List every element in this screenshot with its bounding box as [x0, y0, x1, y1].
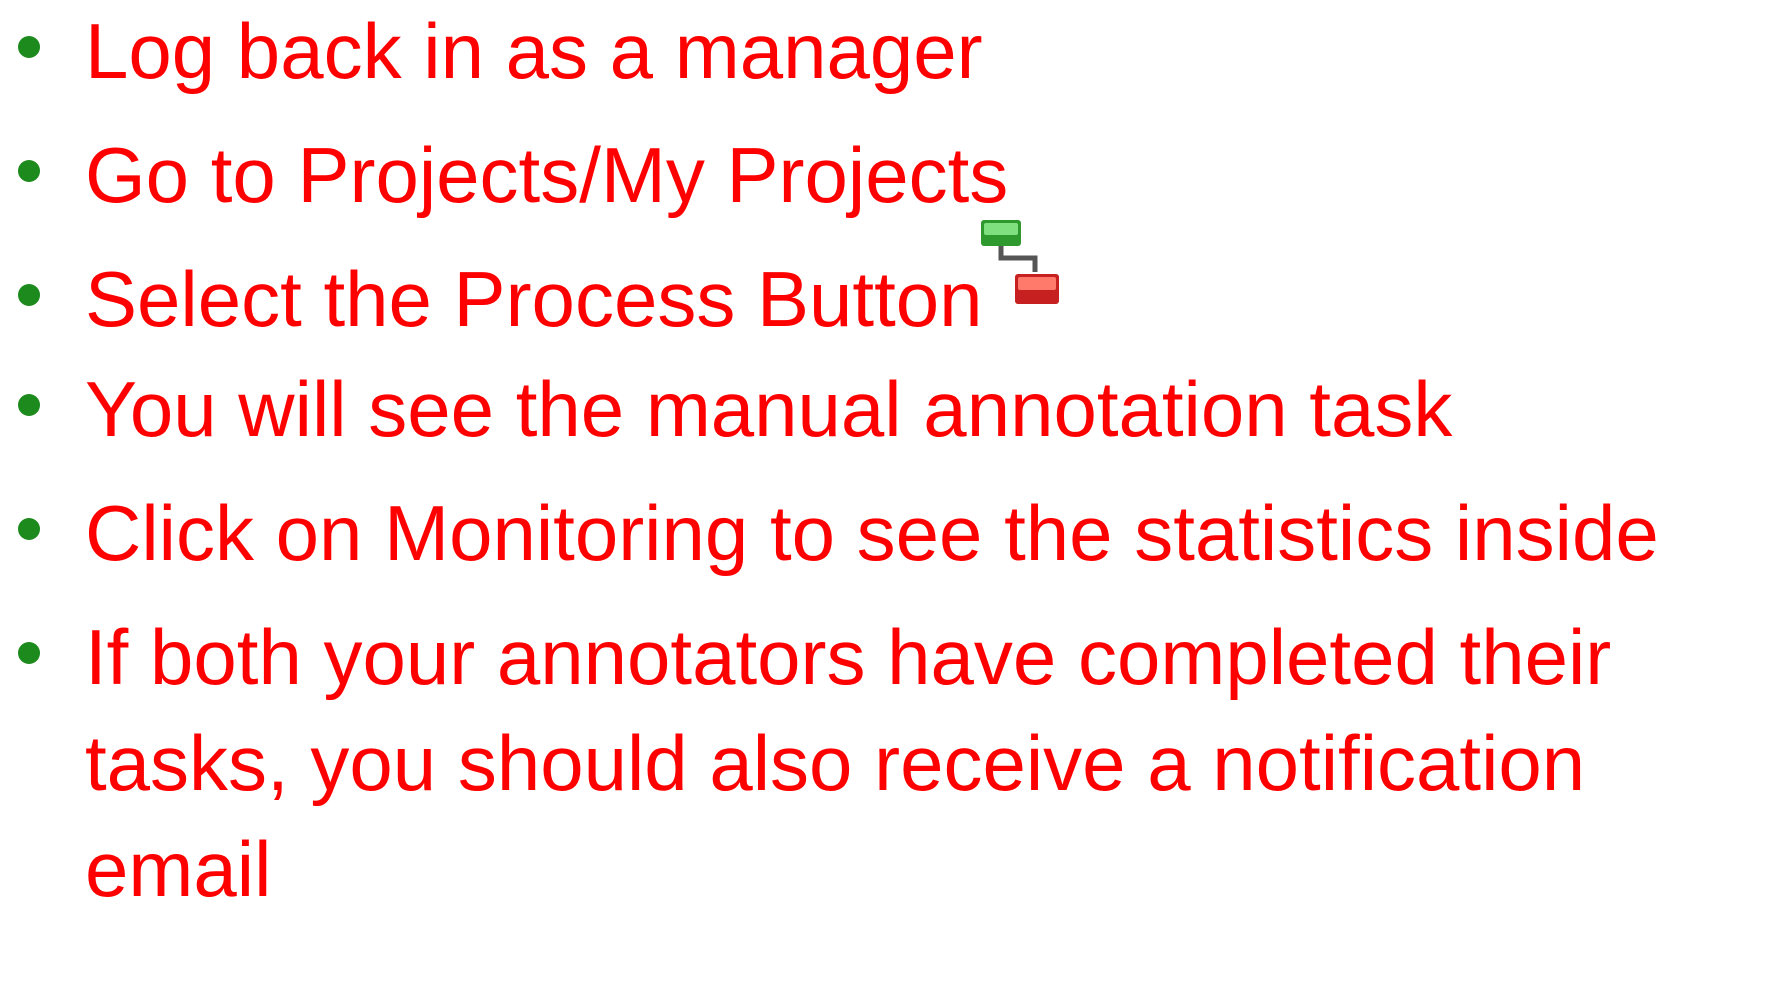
bullet-dot-icon [18, 518, 40, 540]
bullet-item: Click on Monitoring to see the statistic… [0, 480, 1745, 586]
bullet-text: Log back in as a manager [85, 7, 983, 95]
bullet-text: If both your annotators have completed t… [85, 613, 1612, 913]
bullet-dot-icon [18, 394, 40, 416]
slide: Log back in as a manager Go to Projects/… [0, 0, 1765, 1000]
bullet-dot-icon [18, 642, 40, 664]
bullet-item: Go to Projects/My Projects [0, 122, 1765, 228]
bullet-text: Click on Monitoring to see the statistic… [85, 489, 1659, 577]
bullet-item: Log back in as a manager [0, 0, 1765, 104]
bullet-dot-icon [18, 160, 40, 182]
bullet-dot-icon [18, 36, 40, 58]
bullet-item: If both your annotators have completed t… [0, 604, 1765, 922]
process-button-icon[interactable] [973, 216, 1063, 306]
bullet-dot-icon [18, 284, 40, 306]
bullet-text: Select the Process Button [85, 255, 983, 343]
bullet-text: Go to Projects/My Projects [85, 131, 1009, 219]
bullet-item: You will see the manual annotation task [0, 356, 1765, 462]
bullet-text: You will see the manual annotation task [85, 365, 1453, 453]
bullet-item: Select the Process Button [0, 220, 1765, 352]
bullet-list: Log back in as a manager Go to Projects/… [0, 0, 1765, 940]
